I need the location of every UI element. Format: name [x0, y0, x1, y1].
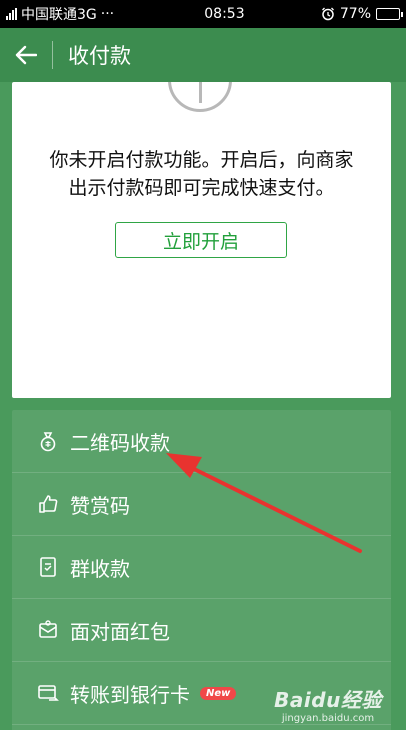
page-title: 收付款: [68, 44, 131, 68]
menu-item-label: 赞赏码: [70, 493, 130, 518]
nav-divider: [52, 41, 53, 69]
back-button[interactable]: [0, 28, 52, 82]
menu-item-face-to-face-red-packet[interactable]: 面对面红包: [12, 599, 391, 662]
watermark-logo: Baidu经验: [274, 688, 382, 712]
notice-line-1: 你未开启付款功能。开启后，向商家: [49, 149, 354, 171]
menu-item-group-collect[interactable]: 群收款: [12, 536, 391, 599]
status-right: 77%: [321, 6, 403, 22]
menu-item-appreciation-code[interactable]: 赞赏码: [12, 473, 391, 536]
carrier-label: 中国联通3G: [21, 7, 97, 23]
menu-item-label: 面对面红包: [70, 619, 170, 644]
new-badge: New: [200, 686, 237, 700]
signal-icon: [6, 8, 17, 20]
status-dots: ···: [100, 6, 115, 22]
menu-item-label: 转账到银行卡: [70, 682, 190, 707]
menu-item-label: 二维码收款: [70, 430, 170, 455]
watermark-url: jingyan.baidu.com: [281, 713, 375, 724]
money-bag-icon: [36, 429, 60, 453]
payment-notice: 你未开启付款功能。开启后，向商家 出示付款码即可完成快速支付。: [12, 146, 391, 202]
back-arrow-icon: [15, 45, 37, 65]
status-bar: 中国联通3G ··· 08:53 77%: [0, 0, 406, 28]
menu-item-label: 群收款: [70, 556, 130, 581]
payment-status-icon: [168, 82, 232, 112]
menu-item-qr-collect[interactable]: 二维码收款: [12, 410, 391, 473]
battery-icon: [376, 8, 403, 20]
payment-menu: 二维码收款 赞赏码 群收款 面对面红包 转账到银行卡 New: [12, 410, 391, 730]
bank-card-transfer-icon: [36, 681, 60, 705]
group-bill-icon: [36, 555, 60, 579]
enable-payment-button[interactable]: 立即开启: [115, 222, 287, 258]
status-left: 中国联通3G ···: [6, 4, 166, 24]
thumbs-up-icon: [36, 492, 60, 516]
notice-line-2: 出示付款码即可完成快速支付。: [68, 177, 335, 199]
baidu-jingyan-watermark: Baidu经验 jingyan.baidu.com: [258, 684, 398, 724]
payment-disabled-card: 你未开启付款功能。开启后，向商家 出示付款码即可完成快速支付。 立即开启: [12, 82, 391, 398]
battery-percent: 77%: [339, 6, 371, 22]
status-time: 08:53: [204, 6, 245, 22]
nav-bar: 收付款: [0, 28, 406, 82]
red-envelope-icon: [36, 618, 60, 642]
alarm-clock-icon: [321, 7, 335, 21]
